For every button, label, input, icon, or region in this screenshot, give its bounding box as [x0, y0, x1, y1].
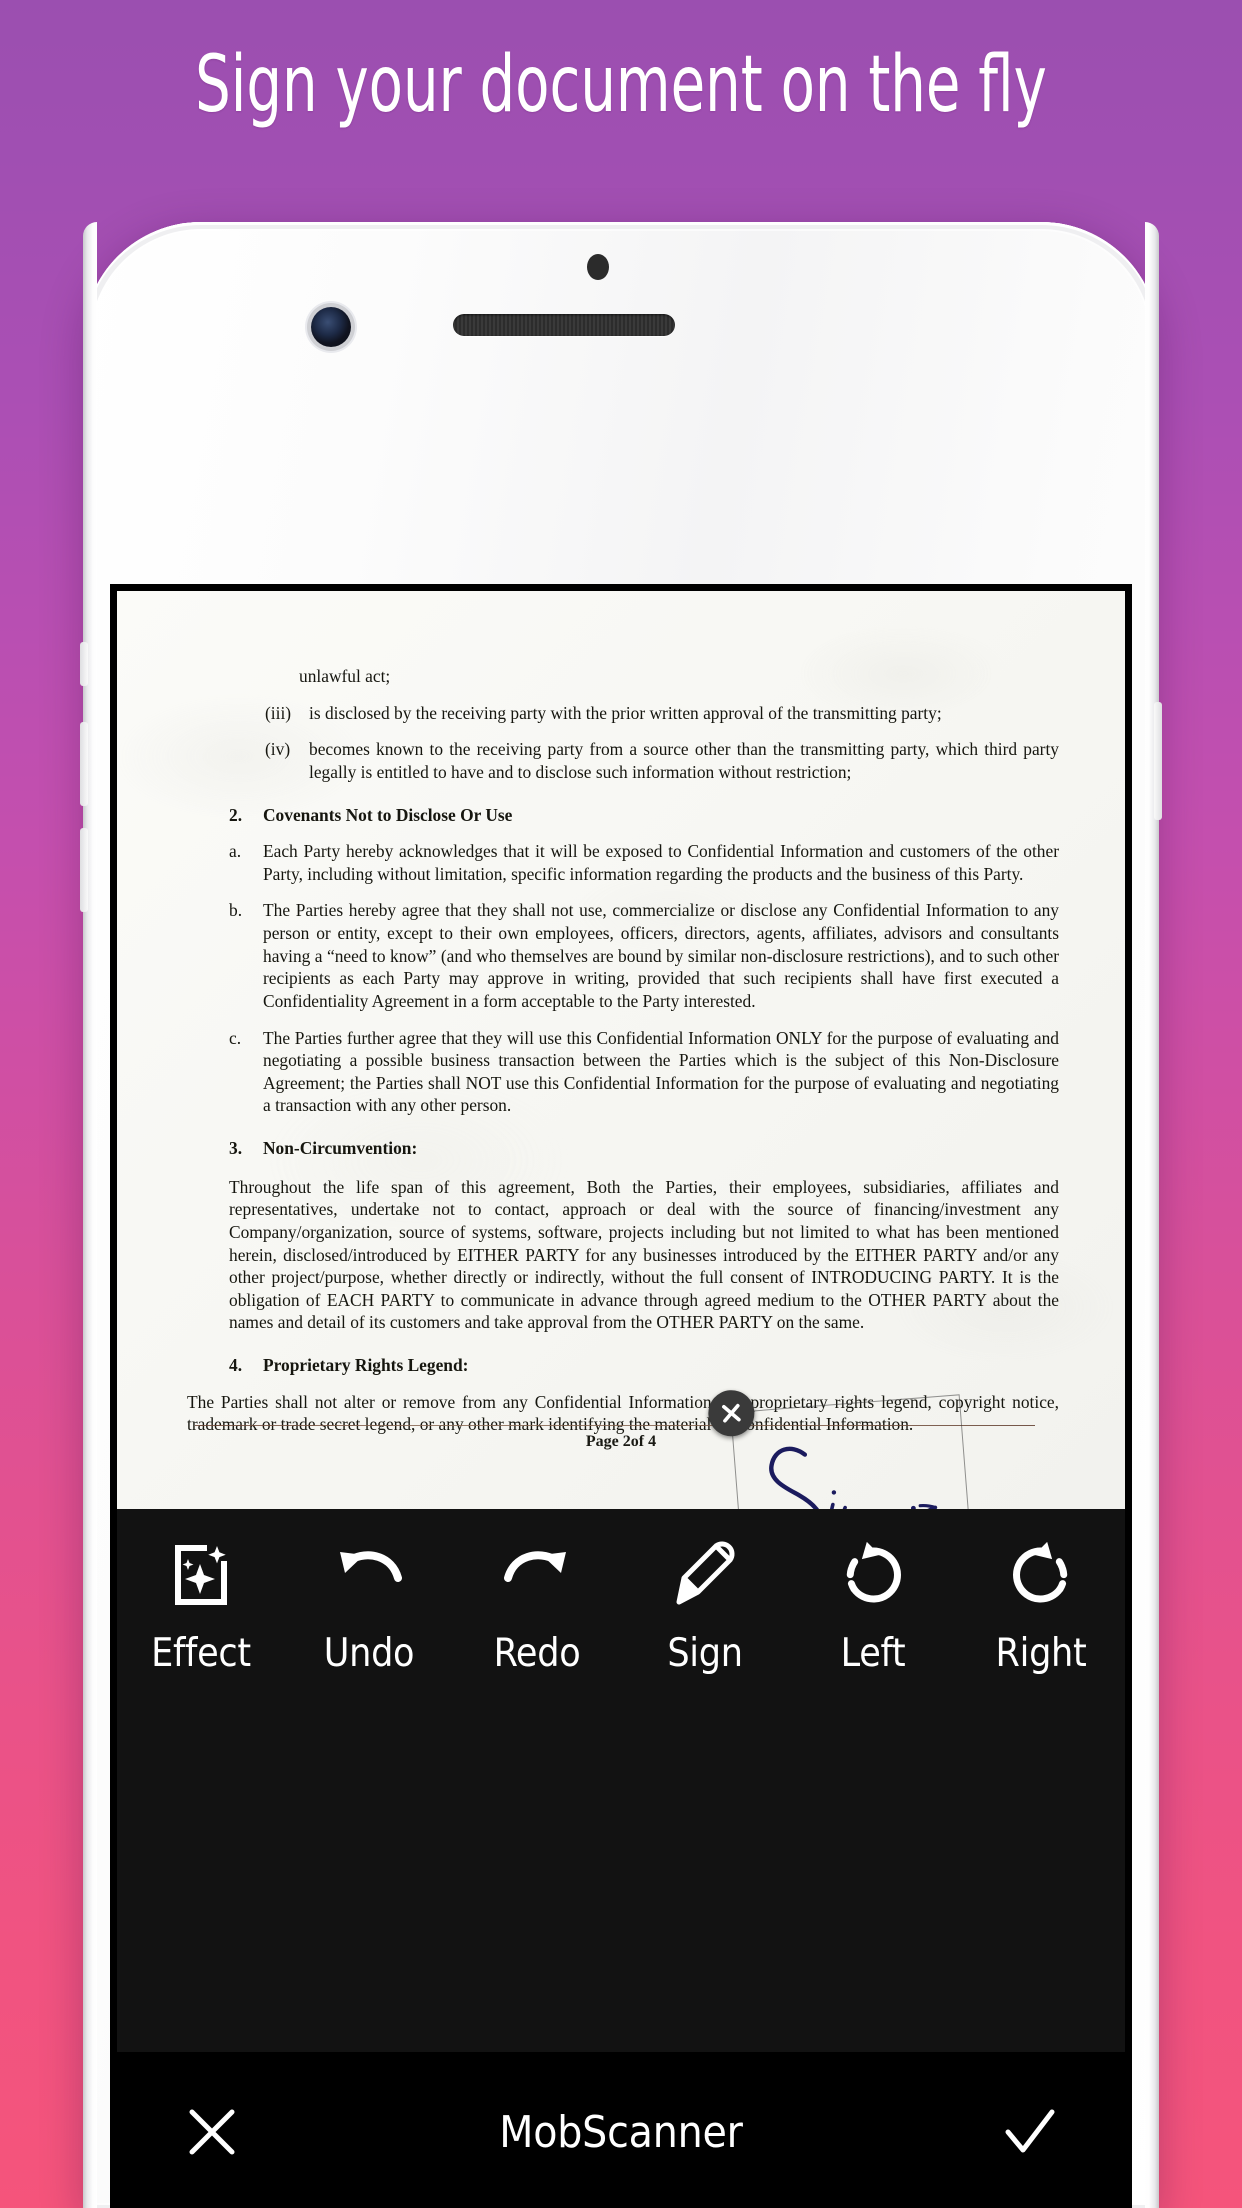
paragraph-marker: (iii) [265, 702, 292, 723]
phone-right-edge [1145, 222, 1159, 2208]
tool-rotate-left[interactable]: Left [798, 1537, 948, 1676]
bottom-action-bar: MobScanner [117, 2052, 1125, 2208]
document-paragraph: a. Each Party hereby acknowledges that it… [229, 841, 1059, 884]
screenshot-root: Sign your document on the fly unlawful a… [0, 0, 1242, 2208]
toolbar-items: Effect Undo Redo Sign Left Right [117, 1537, 1125, 1727]
power-button[interactable] [1154, 702, 1162, 820]
earpiece-speaker-icon [453, 314, 675, 336]
page-number-label: Page 2of 4 [585, 1433, 657, 1450]
tool-label: Redo [493, 1631, 581, 1676]
pencil-icon [674, 1537, 736, 1613]
document-paragraph: c. The Parties further agree that they wi… [229, 1027, 1059, 1116]
tool-sign[interactable]: Sign [630, 1537, 780, 1676]
rotate-left-icon [840, 1537, 906, 1613]
document-paragraph: b. The Parties hereby agree that they sha… [229, 900, 1059, 1011]
tool-label: Undo [323, 1631, 415, 1676]
tool-label: Right [995, 1631, 1087, 1676]
phone-left-edge [83, 222, 97, 2208]
close-x-icon [189, 2109, 235, 2155]
editor-toolbar: Effect Undo Redo Sign Left Right [117, 1509, 1125, 2052]
tool-rotate-right[interactable]: Right [966, 1537, 1116, 1676]
front-camera-icon [311, 307, 351, 347]
signature-overlay[interactable] [706, 1388, 974, 1509]
magic-document-icon [170, 1537, 232, 1613]
signature-ink [769, 1446, 938, 1509]
phone-screen: unlawful act; (iii) is disclosed by the re… [110, 584, 1132, 2208]
check-icon [1005, 2109, 1055, 2153]
tool-label: Left [840, 1631, 906, 1676]
cancel-button[interactable] [117, 2104, 307, 2160]
redo-arrow-icon [502, 1537, 572, 1613]
undo-arrow-icon [334, 1537, 404, 1613]
phone-mockup: unlawful act; (iii) is disclosed by the re… [80, 222, 1162, 2208]
proximity-sensor-icon [587, 254, 609, 280]
document-text-body: unlawful act; (iii) is disclosed by the re… [117, 591, 1125, 1509]
volume-down-button[interactable] [80, 828, 88, 912]
document-paragraph: (iv) becomes known to the receiving party… [265, 739, 1059, 782]
paragraph-marker: 3. [229, 1138, 243, 1158]
volume-up-button[interactable] [80, 722, 88, 806]
scanned-document-page[interactable]: unlawful act; (iii) is disclosed by the re… [117, 591, 1125, 1509]
tool-redo[interactable]: Redo [462, 1537, 612, 1676]
paragraph-marker: 2. [229, 804, 243, 825]
confirm-button[interactable] [935, 2104, 1125, 2160]
close-icon [722, 1403, 741, 1423]
paragraph-marker: 4. [229, 1355, 243, 1375]
tool-undo[interactable]: Undo [294, 1537, 444, 1676]
tool-label: Effect [151, 1631, 251, 1676]
document-paragraph: 3. Non-Circumvention: [229, 1138, 418, 1158]
rotate-right-icon [1008, 1537, 1074, 1613]
document-paragraph: unlawful act; [299, 666, 391, 686]
document-paragraph: 4. Proprietary Rights Legend: [229, 1355, 469, 1375]
document-paragraph: Throughout the life span of this agreeme… [229, 1176, 1059, 1333]
silent-switch[interactable] [80, 642, 88, 686]
app-title: MobScanner [499, 2106, 743, 2158]
paragraph-marker: c. [229, 1027, 242, 1048]
paragraph-marker: b. [229, 900, 243, 921]
page-headline: Sign your document on the fly [195, 40, 1047, 130]
screen-content: unlawful act; (iii) is disclosed by the re… [117, 591, 1125, 2208]
paragraph-marker: a. [229, 841, 242, 862]
document-paragraph: 2. Covenants Not to Disclose Or Use [229, 804, 513, 825]
tool-effect[interactable]: Effect [126, 1537, 276, 1676]
paragraph-marker: (iv) [265, 739, 291, 760]
document-paragraph: (iii) is disclosed by the receiving party… [265, 702, 942, 723]
tool-label: Sign [667, 1631, 743, 1676]
